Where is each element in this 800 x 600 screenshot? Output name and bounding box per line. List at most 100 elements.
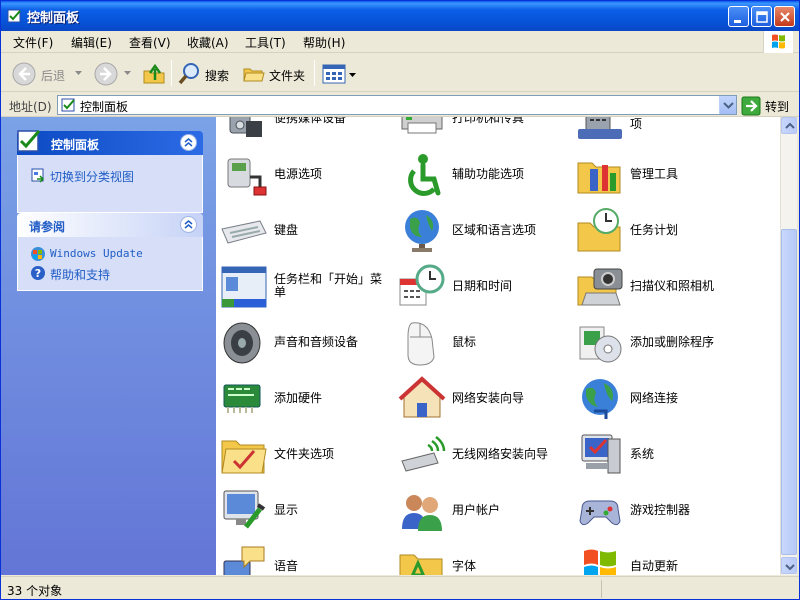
control-panel-item[interactable]: 日期和时间 xyxy=(396,261,574,313)
control-panel-item[interactable]: 添加硬件 xyxy=(218,373,396,425)
menu-tools[interactable]: 工具(T) xyxy=(245,34,286,51)
control-panel-item[interactable]: 任务计划 xyxy=(574,205,752,257)
scanner-camera-icon xyxy=(577,268,623,306)
item-label: 文件夹选项 xyxy=(274,447,335,461)
system-icon xyxy=(581,434,621,474)
item-label: 声音和音频设备 xyxy=(274,335,359,349)
category-view-icon xyxy=(31,168,45,183)
chevron-down-icon xyxy=(723,102,734,109)
control-panel-icon xyxy=(7,9,21,23)
go-button[interactable]: 转到 xyxy=(741,96,799,116)
control-panel-item[interactable]: 鼠标 xyxy=(396,317,574,369)
item-label: 添加硬件 xyxy=(274,391,323,405)
phone-modem-icon xyxy=(578,117,622,139)
address-dropdown-button[interactable] xyxy=(719,96,736,114)
search-icon xyxy=(178,63,199,85)
minimize-button[interactable] xyxy=(728,6,749,27)
search-button[interactable]: 搜索 xyxy=(177,58,235,88)
menu-file[interactable]: 文件(F) xyxy=(13,34,53,51)
view-button[interactable] xyxy=(321,58,357,88)
control-panel-item[interactable]: 用户帐户 xyxy=(396,485,574,537)
control-panel-item[interactable]: 键盘 xyxy=(218,205,396,257)
item-label: 用户帐户 xyxy=(452,503,501,517)
vertical-scrollbar[interactable] xyxy=(780,117,797,575)
chevron-up-icon xyxy=(785,122,795,129)
windows-flag-icon xyxy=(584,549,616,575)
control-panel-item[interactable]: 语音 xyxy=(218,541,396,575)
control-panel-item[interactable]: 便携媒体设备 xyxy=(218,117,396,145)
windows-update-label: Windows Update xyxy=(50,247,143,260)
item-label: 任务计划 xyxy=(630,223,679,237)
go-arrow-icon xyxy=(741,96,761,116)
control-panel-item[interactable]: 区域和语言选项 xyxy=(396,205,574,257)
explorer-window: 控制面板 文件(F) 编辑(E) 查看(V) 收藏(A) 工具(T) 帮助(H) xyxy=(0,0,800,600)
scroll-down-button[interactable] xyxy=(781,557,797,574)
control-panel-item[interactable]: 显示 xyxy=(218,485,396,537)
up-folder-icon xyxy=(143,63,165,84)
control-panel-item[interactable]: 声音和音频设备 xyxy=(218,317,396,369)
menu-help[interactable]: 帮助(H) xyxy=(303,34,345,51)
control-panel-item[interactable]: 网络安装向导 xyxy=(396,373,574,425)
item-label: 系统 xyxy=(630,447,655,461)
control-panel-item[interactable]: 任务栏和「开始」菜单 xyxy=(218,261,396,313)
folders-label: 文件夹 xyxy=(269,69,306,83)
help-support-label: 帮助和支持 xyxy=(50,268,111,282)
maximize-icon xyxy=(756,11,768,23)
menu-edit[interactable]: 编辑(E) xyxy=(71,34,112,51)
control-panel-item[interactable]: 辅助功能选项 xyxy=(396,149,574,201)
speech-icon xyxy=(223,546,265,575)
chevron-down-icon xyxy=(124,71,131,75)
close-button[interactable] xyxy=(774,6,795,27)
collapse-button[interactable] xyxy=(180,216,197,233)
item-label: 自动更新 xyxy=(630,559,679,573)
item-label: 便携媒体设备 xyxy=(274,117,347,125)
item-label: 字体 xyxy=(452,559,477,573)
control-panel-item[interactable]: 电话和调制解调器选项 xyxy=(574,117,752,145)
section-header[interactable]: 控制面板 xyxy=(17,130,203,155)
control-panel-item[interactable]: 游戏控制器 xyxy=(574,485,752,537)
folder-icon xyxy=(243,68,265,82)
control-panel-item[interactable]: 管理工具 xyxy=(574,149,752,201)
section-header[interactable]: 请参阅 xyxy=(17,213,203,237)
section-body: Windows Update ? 帮助和支持 xyxy=(17,237,203,291)
fonts-icon xyxy=(399,554,443,575)
scroll-up-button[interactable] xyxy=(781,117,797,134)
item-label: 鼠标 xyxy=(452,335,477,349)
speaker-icon xyxy=(223,322,261,364)
power-options-icon xyxy=(227,158,267,196)
chevron-up-icon xyxy=(184,138,193,147)
go-label: 转到 xyxy=(765,100,790,114)
menu-favorites[interactable]: 收藏(A) xyxy=(187,34,229,51)
control-panel-item[interactable]: 系统 xyxy=(574,429,752,481)
forward-button[interactable] xyxy=(93,58,133,88)
maximize-button[interactable] xyxy=(751,6,772,27)
item-label: 电话和调制解调器选项 xyxy=(630,117,738,131)
control-panel-item[interactable]: 网络连接 xyxy=(574,373,752,425)
collapse-button[interactable] xyxy=(180,134,197,151)
address-label: 地址(D) xyxy=(9,100,52,114)
control-panel-item[interactable]: 添加或删除程序 xyxy=(574,317,752,369)
back-arrow-icon xyxy=(12,62,36,86)
control-panel-item[interactable]: 扫描仪和照相机 xyxy=(574,261,752,313)
control-panel-item[interactable]: 无线网络安装向导 xyxy=(396,429,574,481)
admin-tools-icon xyxy=(577,162,621,194)
taskbar-icon xyxy=(221,266,267,308)
globe-icon xyxy=(405,210,439,252)
date-time-icon xyxy=(399,264,445,306)
item-label: 任务栏和「开始」菜单 xyxy=(274,272,383,299)
menu-view[interactable]: 查看(V) xyxy=(129,34,171,51)
control-panel-item[interactable]: 文件夹选项 xyxy=(218,429,396,481)
folders-button[interactable]: 文件夹 xyxy=(241,58,311,88)
up-folder-button[interactable] xyxy=(141,58,169,88)
control-panel-item[interactable]: 电源选项 xyxy=(218,149,396,201)
control-panel-item[interactable]: 打印机和传真 xyxy=(396,117,574,145)
scroll-thumb[interactable] xyxy=(781,229,797,555)
control-panel-item[interactable]: 自动更新 xyxy=(574,541,752,575)
address-input[interactable]: 控制面板 xyxy=(57,95,737,115)
title-bar[interactable]: 控制面板 xyxy=(1,1,799,31)
item-label: 游戏控制器 xyxy=(630,503,691,517)
add-hardware-icon xyxy=(223,384,261,413)
back-button[interactable]: 后退 xyxy=(11,58,85,88)
control-panel-item[interactable]: 字体 xyxy=(396,541,574,575)
close-icon xyxy=(780,12,790,22)
